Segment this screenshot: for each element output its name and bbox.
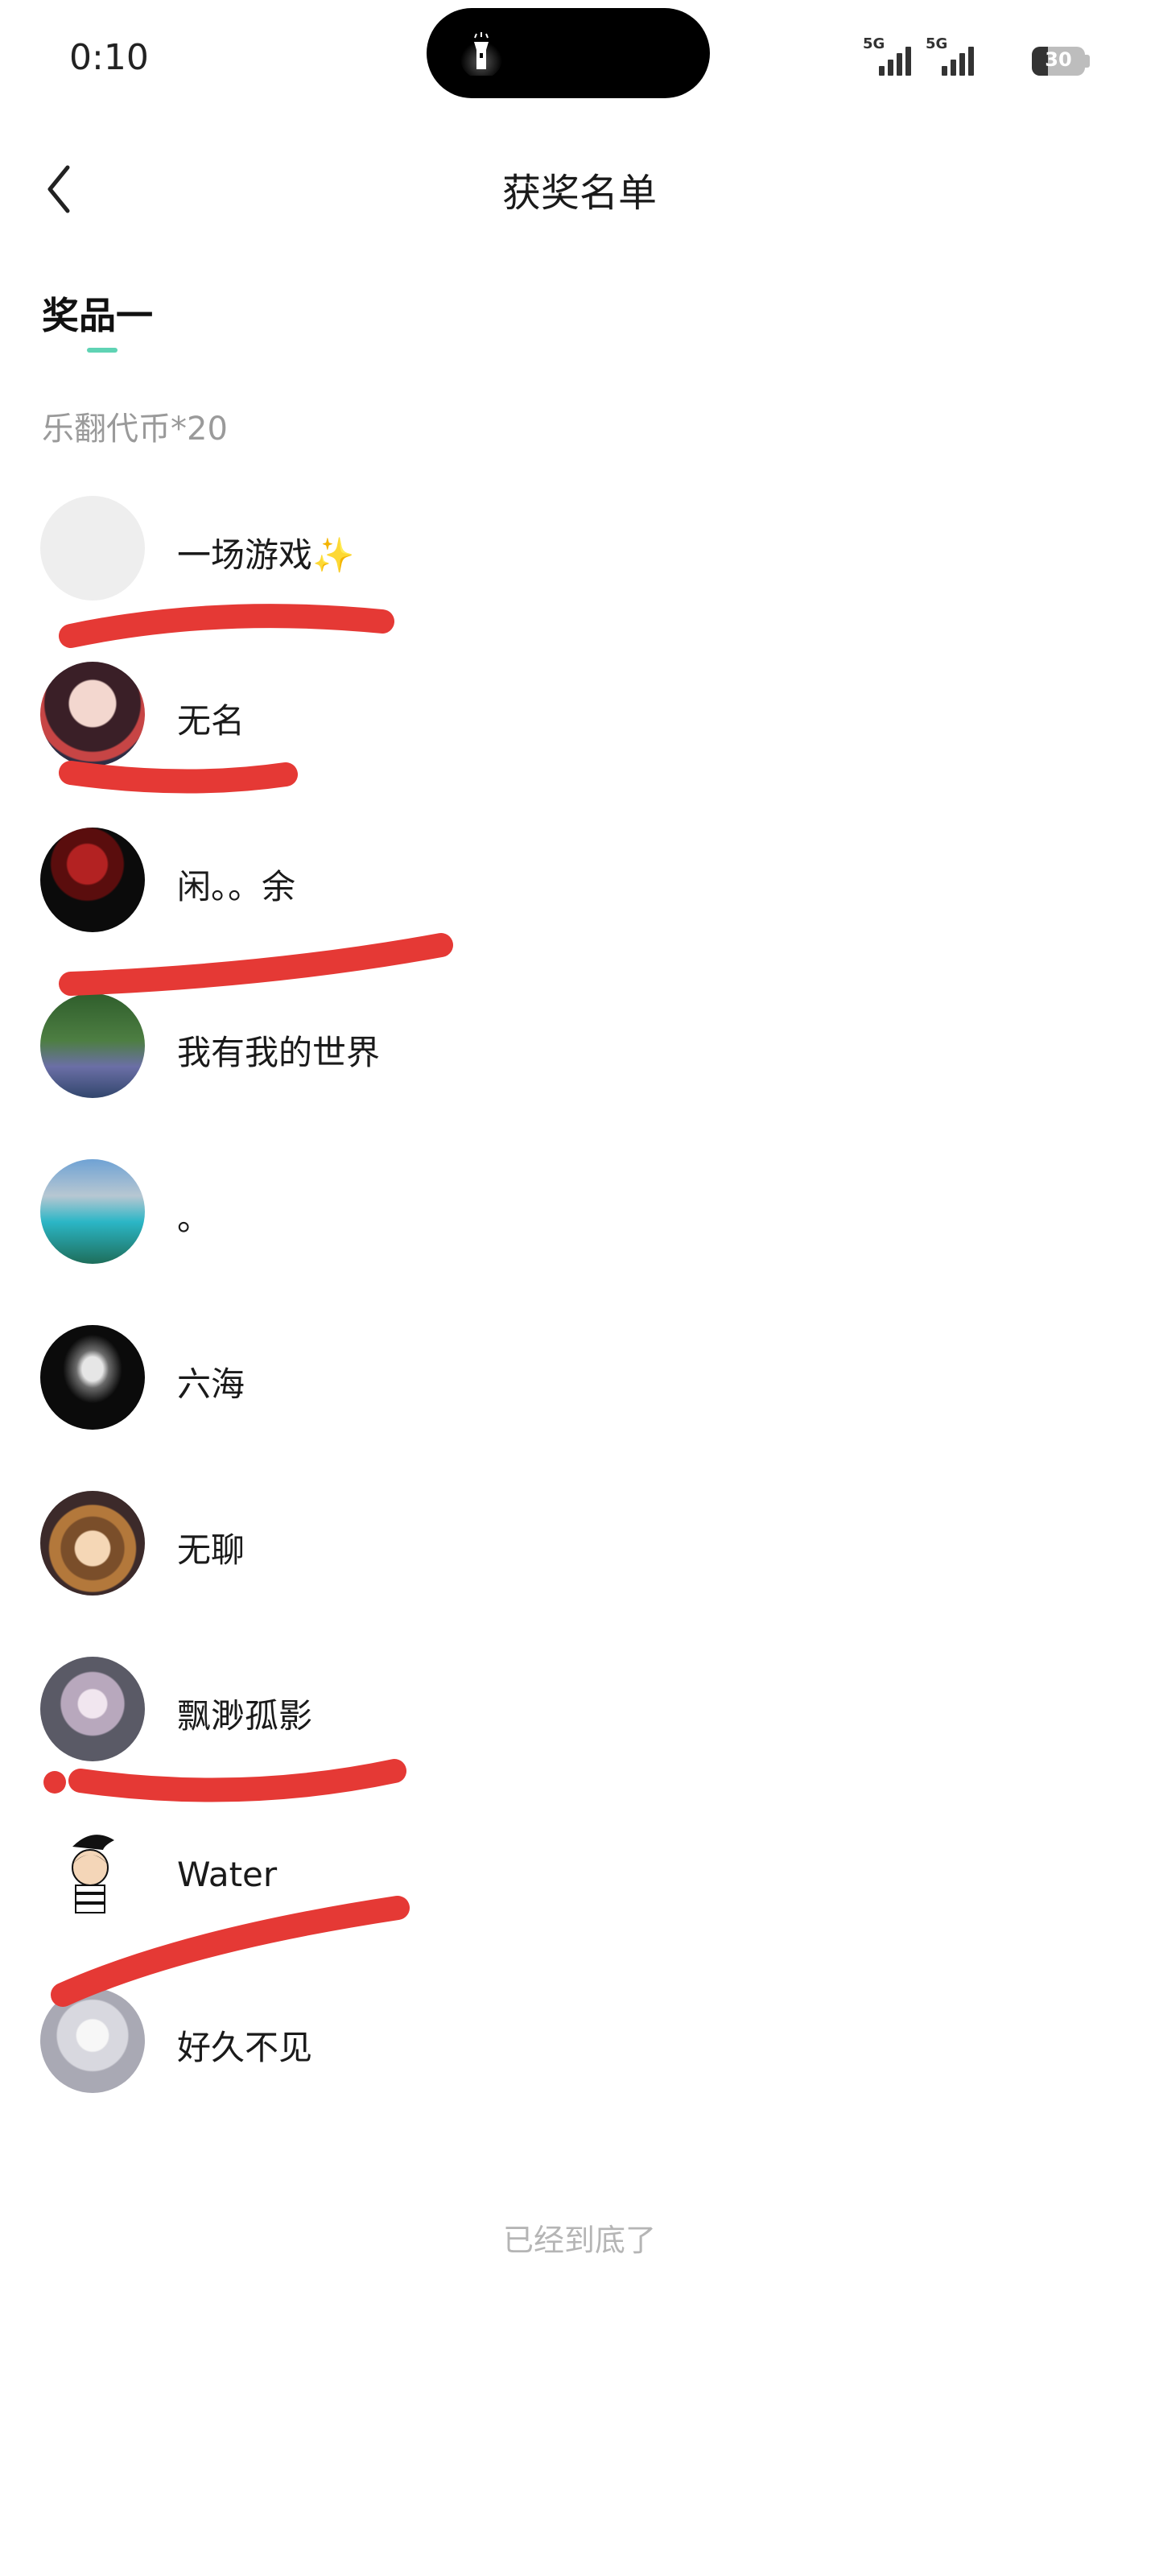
battery-icon: 30 (1032, 47, 1085, 76)
flashlight-icon (460, 32, 502, 76)
winner-name: 无名 (177, 701, 245, 741)
avatar (40, 1657, 145, 1761)
winner-name: 闲。。余 (177, 867, 296, 906)
tab-prize-one[interactable]: 奖品一 (42, 287, 153, 340)
cellular-signals: 5G 5G (863, 35, 974, 76)
winner-row[interactable]: 好久不见 (0, 1975, 1159, 2141)
winner-name: 好久不见 (177, 2028, 313, 2067)
cartoon-character-icon (72, 1835, 114, 1913)
page-title: 获奖名单 (501, 171, 657, 216)
avatar (40, 496, 145, 601)
signal-2: 5G (926, 35, 974, 76)
winner-name: 无聊 (177, 1530, 245, 1570)
winner-row[interactable]: 一场游戏✨ (0, 483, 1159, 649)
winner-name: 一场游戏✨ (177, 535, 355, 575)
winner-name: 我有我的世界 (177, 1033, 381, 1072)
winner-name: 。 (177, 1199, 212, 1238)
avatar (40, 1325, 145, 1430)
avatar (40, 662, 145, 766)
avatar (40, 1823, 145, 1927)
winner-name: 六海 (177, 1364, 245, 1404)
avatar (40, 828, 145, 932)
tab-active-indicator (87, 348, 118, 353)
signal-1: 5G (863, 35, 911, 76)
avatar (40, 1988, 145, 2093)
winner-row[interactable]: 我有我的世界 (0, 980, 1159, 1146)
avatar (40, 993, 145, 1098)
winner-list: 一场游戏✨ 无名 闲。。余 我有我的世界 。 六海 无聊 飘渺孤影 Water … (0, 483, 1159, 2141)
winner-name: 飘渺孤影 (177, 1696, 313, 1736)
signal-bars-icon (879, 47, 911, 76)
winner-row[interactable]: 闲。。余 (0, 815, 1159, 980)
avatar (40, 1491, 145, 1596)
status-time: 0:10 (69, 37, 149, 78)
status-bar: 0:10 5G 5G 30 (0, 0, 1159, 121)
winner-row[interactable]: 飘渺孤影 (0, 1644, 1159, 1810)
winner-row[interactable]: 无名 (0, 649, 1159, 815)
prize-description: 乐翻代币*20 (42, 411, 228, 448)
dynamic-island (427, 8, 710, 98)
winner-row[interactable]: 。 (0, 1146, 1159, 1312)
winner-row[interactable]: 六海 (0, 1312, 1159, 1478)
avatar (40, 1159, 145, 1264)
battery-percent: 30 (1045, 48, 1072, 71)
signal-bars-icon (942, 47, 974, 76)
winner-row[interactable]: Water (0, 1810, 1159, 1975)
end-of-list-text: 已经到底了 (502, 2223, 656, 2258)
winner-name: Water (177, 1855, 278, 1894)
battery-cap (1085, 55, 1090, 68)
winner-row[interactable]: 无聊 (0, 1478, 1159, 1644)
